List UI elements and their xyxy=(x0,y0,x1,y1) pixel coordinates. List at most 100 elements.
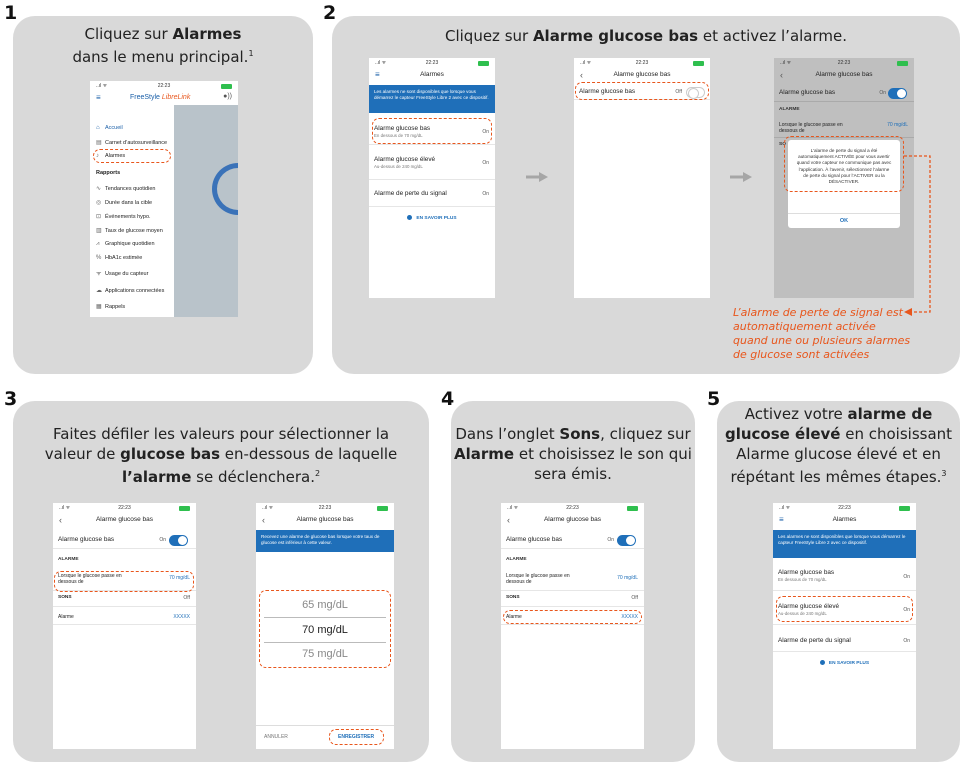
info-banner: Recevez une alarme de glucose bas lorsqu… xyxy=(256,530,394,552)
step-number-3: 3 xyxy=(4,388,18,410)
nav-title: Alarmes xyxy=(420,71,444,78)
status-bar: ..ıl ᯤ 22:23 xyxy=(90,81,238,91)
status-time: 22:23 xyxy=(838,505,851,511)
status-bar: ..ıl ᯤ 22:23 xyxy=(774,58,914,68)
step2-phone-alarms: ..ıl ᯤ 22:23 ≡ Alarmes Les alarmes ne so… xyxy=(369,58,495,298)
back-chevron-icon[interactable]: ‹ xyxy=(59,513,62,527)
info-banner: Les alarmes ne sont disponibles que lors… xyxy=(773,530,916,558)
cloud-icon: ☁ xyxy=(96,288,102,294)
sensor-icon: ᯤ xyxy=(96,271,102,277)
battery-icon xyxy=(478,61,489,66)
menu-item-sensor-usage[interactable]: ᯤ Usage du capteur xyxy=(96,269,148,277)
trend-icon: ∿ xyxy=(96,186,102,192)
highlight-picker xyxy=(259,590,391,668)
section-reports: Rapports xyxy=(96,170,121,176)
menu-item-logbook[interactable]: ▤ Carnet d’autosurveillance xyxy=(96,139,167,146)
hypo-icon: ⊡ xyxy=(96,214,102,220)
menu-item-trends[interactable]: ∿ Tendances quotidien xyxy=(96,185,155,192)
row-signal-loss-alarm[interactable]: Alarme de perte du signal On xyxy=(369,183,495,207)
highlight-dialog xyxy=(784,136,904,192)
status-time: 22:23 xyxy=(566,505,579,511)
hamburger-menu-icon[interactable]: ≡ xyxy=(96,93,101,102)
step-number-2: 2 xyxy=(323,2,337,24)
callout-note: L’alarme de perte de signal est automati… xyxy=(733,306,911,361)
highlight-alarms xyxy=(93,149,171,163)
menu-item-time-in-target[interactable]: ◎ Durée dans la cible xyxy=(96,199,152,206)
arrow-right-icon xyxy=(730,172,752,182)
menu-item-hba1c[interactable]: % HbA1c estimée xyxy=(96,255,142,261)
row-low-glucose-alarm[interactable]: Alarme glucose bas En dessous de 70 mg/dL… xyxy=(773,565,916,591)
back-chevron-icon[interactable]: ‹ xyxy=(780,68,783,82)
menu-item-home[interactable]: ⌂ Accueil xyxy=(96,125,123,131)
step5-title: Activez votre alarme de glucose élevé en… xyxy=(724,405,953,486)
cancel-button[interactable]: ANNULER xyxy=(264,734,288,740)
status-time: 22:23 xyxy=(118,505,131,511)
section-alarm: ALARME xyxy=(506,557,527,562)
highlight-alarm-sound-row xyxy=(503,610,642,624)
dialog-ok-button[interactable]: OK xyxy=(788,213,900,224)
home-icon: ⌂ xyxy=(96,125,100,131)
info-banner: Les alarmes ne sont disponibles que lors… xyxy=(369,85,495,113)
status-time: 22:23 xyxy=(318,505,332,511)
low-glucose-toggle-on[interactable] xyxy=(888,88,907,99)
row-alarm-sound[interactable]: Alarme XXXXX xyxy=(53,611,196,625)
step5-phone-alarms: ..ıl ᯤ 22:23 ≡ Alarmes Les alarmes ne so… xyxy=(773,503,916,749)
menu-item-reminders[interactable]: ▦ Rappels xyxy=(96,303,125,310)
highlight-high-glucose-row xyxy=(776,596,913,622)
calendar-icon: ▦ xyxy=(96,304,102,310)
highlight-low-glucose-toggle xyxy=(575,82,709,100)
back-chevron-icon[interactable]: ‹ xyxy=(507,513,510,527)
learn-more-link[interactable]: EN SAVOIR PLUS xyxy=(773,660,916,666)
nav-bar: ‹ Alarme glucose bas xyxy=(574,68,710,82)
step1-title: Cliquez sur Alarmes dans le menu princip… xyxy=(72,25,254,66)
nav-title: Alarme glucose bas xyxy=(613,71,671,78)
step1-phone: ..ıl ᯤ 22:23 ≡ FreeStyle LibreLink ●)) ⌂… xyxy=(90,81,238,317)
step-number-4: 4 xyxy=(441,388,455,410)
row-signal-loss-alarm[interactable]: Alarme de perte du signal On xyxy=(773,630,916,652)
status-time: 22:23 xyxy=(157,83,171,89)
hamburger-menu-icon[interactable]: ≡ xyxy=(779,513,784,527)
highlight-save-button xyxy=(329,729,384,745)
status-bar: ..ıl ᯤ 22:23 xyxy=(773,503,916,513)
nav-bar: ≡ Alarmes xyxy=(369,68,495,82)
step-number-1: 1 xyxy=(4,2,18,24)
section-sounds: SONS Off xyxy=(53,595,196,607)
low-glucose-toggle-on[interactable] xyxy=(169,535,188,546)
status-bar: ..ıl ᯤ 22:23 xyxy=(574,58,710,68)
battery-icon xyxy=(179,506,190,511)
nav-bar: ‹ Alarme glucose bas xyxy=(53,513,196,527)
graph-icon: ⩘ xyxy=(96,241,100,247)
highlight-low-glucose-row xyxy=(372,118,492,144)
nav-title: Alarme glucose bas xyxy=(95,516,154,523)
nav-title: Alarme glucose bas xyxy=(296,516,354,523)
nav-bar: ‹ Alarme glucose bas xyxy=(774,68,914,82)
step2-title: Cliquez sur Alarme glucose bas et active… xyxy=(444,27,848,45)
nav-bar: ≡ Alarmes xyxy=(773,513,916,527)
menu-item-connected-apps[interactable]: ☁ Applications connectées xyxy=(96,287,164,294)
section-alarm: ALARME xyxy=(779,107,800,112)
status-bar: ..ıl ᯤ 22:23 xyxy=(369,58,495,68)
battery-icon xyxy=(693,61,704,66)
back-chevron-icon[interactable]: ‹ xyxy=(262,513,265,527)
status-bar: ..ıl ᯤ 22:23 xyxy=(501,503,644,513)
status-time: 22:23 xyxy=(837,60,851,66)
step4-title: Dans l’onglet Sons, cliquez sur Alarme e… xyxy=(454,425,692,483)
back-chevron-icon[interactable]: ‹ xyxy=(580,68,583,82)
average-icon: ▥ xyxy=(96,228,102,234)
row-threshold[interactable]: Lorsque le glucose passe en dessous de 7… xyxy=(501,573,644,591)
status-time: 22:23 xyxy=(425,60,439,66)
battery-icon xyxy=(377,506,388,511)
percent-icon: % xyxy=(96,255,102,261)
row-high-glucose-alarm[interactable]: Alarme glucose élevé Au-dessus de 240 mg/… xyxy=(369,150,495,180)
menu-item-daily-graph[interactable]: ⩘ Graphique quotidien xyxy=(96,241,155,248)
menu-drawer xyxy=(90,105,174,317)
sensor-scan-icon[interactable]: ●)) xyxy=(223,93,232,100)
hamburger-menu-icon[interactable]: ≡ xyxy=(375,68,380,82)
menu-item-average-glucose[interactable]: ▥ Taux de glucose moyen xyxy=(96,227,163,234)
learn-more-link[interactable]: EN SAVOIR PLUS xyxy=(369,215,495,221)
arrow-right-icon xyxy=(526,172,548,182)
step4-phone-settings: ..ıl ᯤ 22:23 ‹ Alarme glucose bas Alarme… xyxy=(501,503,644,749)
menu-item-hypo-events[interactable]: ⊡ Événements hypo. xyxy=(96,213,151,220)
info-dot-icon xyxy=(819,660,825,665)
low-glucose-toggle-on[interactable] xyxy=(617,535,636,546)
